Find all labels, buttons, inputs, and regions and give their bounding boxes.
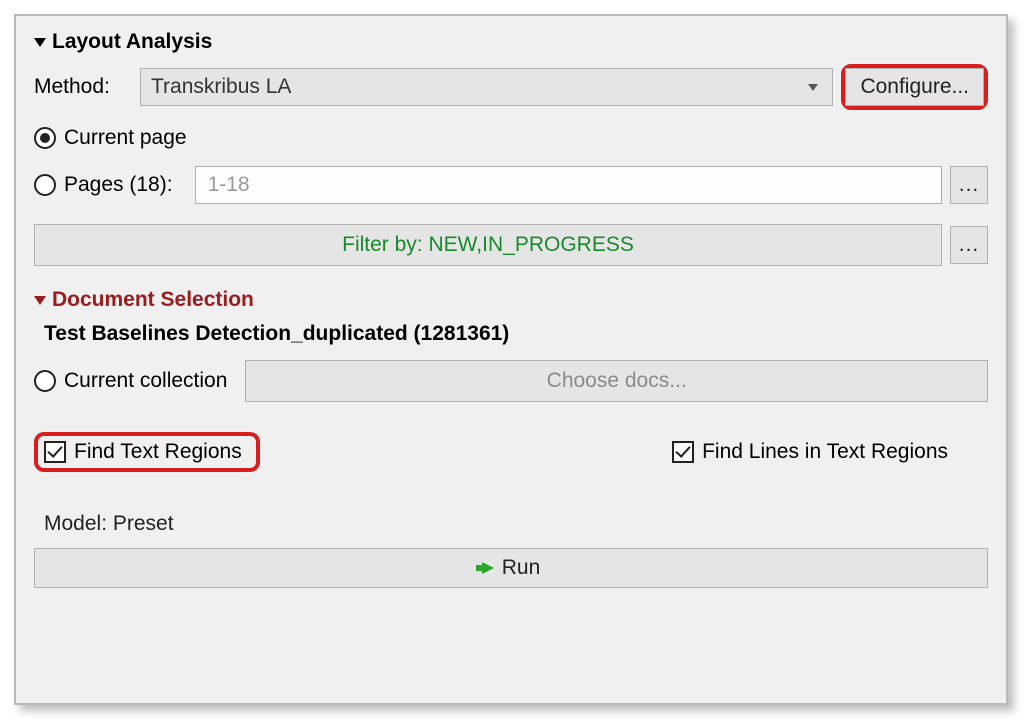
radio-current-page-label: Current page — [64, 126, 187, 150]
chevron-down-icon — [34, 38, 46, 47]
radio-pages-label: Pages (18): — [64, 173, 173, 197]
checkbox-icon — [672, 441, 694, 463]
ellipsis-icon: ... — [959, 233, 980, 257]
radio-icon — [34, 127, 56, 149]
find-text-regions-highlight: Find Text Regions — [34, 432, 260, 472]
section-header-layout-analysis[interactable]: Layout Analysis — [34, 30, 988, 54]
radio-pages[interactable]: Pages (18): — [34, 173, 173, 197]
method-row: Method: Transkribus LA Configure... — [34, 64, 988, 110]
method-label: Method: — [34, 75, 140, 99]
section-title: Layout Analysis — [52, 30, 212, 54]
radio-pages-row: Pages (18): 1-18 ... — [34, 166, 988, 204]
find-text-regions-checkbox[interactable]: Find Text Regions — [44, 440, 242, 464]
configure-highlight: Configure... — [841, 64, 988, 110]
checkbox-icon — [44, 441, 66, 463]
choose-docs-label: Choose docs... — [547, 369, 687, 393]
filter-button-label: Filter by: NEW,IN_PROGRESS — [342, 233, 634, 257]
find-lines-label: Find Lines in Text Regions — [702, 440, 948, 464]
radio-current-page-row[interactable]: Current page — [34, 126, 988, 150]
run-button-label: Run — [502, 556, 541, 580]
chevron-down-icon — [808, 84, 818, 91]
configure-button[interactable]: Configure... — [845, 68, 984, 106]
find-lines-checkbox[interactable]: Find Lines in Text Regions — [672, 440, 948, 464]
section-header-document-selection[interactable]: Document Selection — [34, 288, 988, 312]
model-label: Model: Preset — [44, 512, 988, 536]
filter-button[interactable]: Filter by: NEW,IN_PROGRESS — [34, 224, 942, 266]
section-title: Document Selection — [52, 288, 254, 312]
chevron-down-icon — [34, 296, 46, 305]
radio-icon — [34, 174, 56, 196]
pages-input-placeholder: 1-18 — [208, 173, 250, 197]
radio-current-collection[interactable]: Current collection — [34, 369, 227, 393]
arrow-right-icon — [482, 562, 494, 574]
pages-browse-button[interactable]: ... — [950, 166, 988, 204]
collection-row: Current collection Choose docs... — [34, 360, 988, 402]
filter-browse-button[interactable]: ... — [950, 226, 988, 264]
method-combo[interactable]: Transkribus LA — [140, 68, 833, 106]
configure-button-label: Configure... — [860, 75, 969, 99]
method-combo-value: Transkribus LA — [151, 75, 291, 99]
run-button[interactable]: Run — [34, 548, 988, 588]
radio-current-collection-label: Current collection — [64, 369, 227, 393]
document-title: Test Baselines Detection_duplicated (128… — [44, 322, 988, 346]
radio-icon — [34, 370, 56, 392]
pages-input[interactable]: 1-18 — [195, 166, 942, 204]
checkbox-row: Find Text Regions Find Lines in Text Reg… — [34, 432, 988, 472]
choose-docs-button[interactable]: Choose docs... — [245, 360, 988, 402]
dialog-frame: Layout Analysis Method: Transkribus LA C… — [14, 14, 1008, 705]
find-text-regions-label: Find Text Regions — [74, 440, 242, 464]
ellipsis-icon: ... — [959, 173, 980, 197]
filter-row: Filter by: NEW,IN_PROGRESS ... — [34, 224, 988, 266]
